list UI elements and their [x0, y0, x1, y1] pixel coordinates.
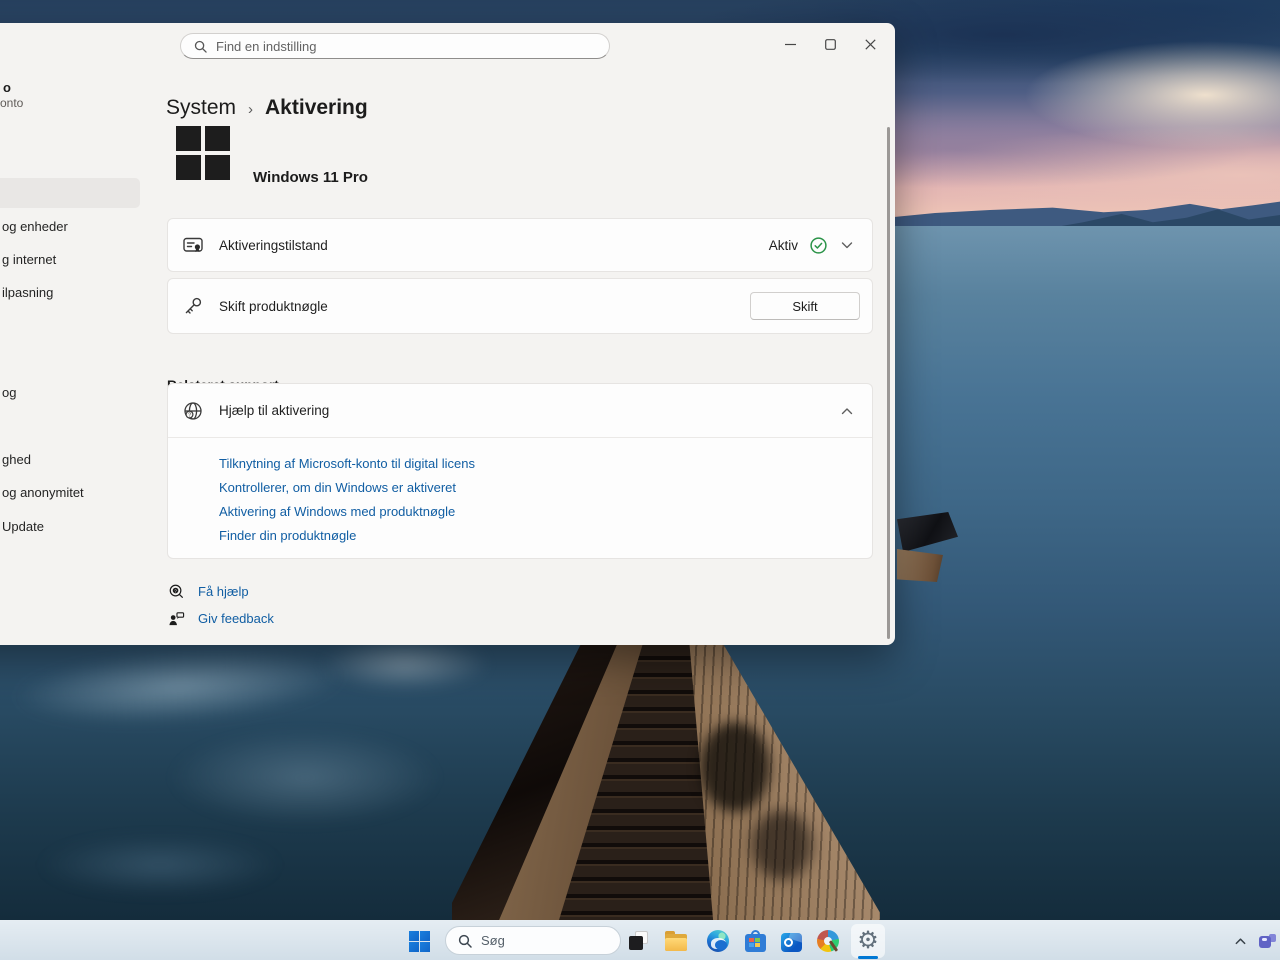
sidebar-item-bluetooth-devices[interactable]: og enheder	[2, 219, 68, 234]
settings-search-input[interactable]: Find en indstilling	[180, 33, 610, 59]
globe-help-icon: ?	[183, 401, 203, 421]
desktop: o onto og enheder g internet ilpasning o…	[0, 0, 1280, 960]
settings-gear-icon: ⚙	[857, 929, 879, 953]
feedback-icon	[168, 610, 185, 627]
settings-button-active[interactable]: ⚙	[851, 924, 885, 958]
get-help-icon: ?	[168, 583, 185, 600]
product-key-label: Skift produktnøgle	[219, 299, 750, 314]
activation-help-label: Hjælp til aktivering	[219, 403, 840, 418]
give-feedback-link[interactable]: Giv feedback	[168, 610, 274, 627]
wallpaper-pier	[452, 645, 880, 920]
link-ms-account-digital-license[interactable]: Tilknytning af Microsoft-konto til digit…	[219, 452, 872, 476]
maximize-button[interactable]	[810, 25, 850, 63]
breadcrumb: System › Aktivering	[166, 96, 368, 120]
chevron-down-icon[interactable]	[840, 238, 854, 252]
activation-status: Aktiv	[769, 238, 798, 253]
water-reflection	[40, 835, 280, 895]
minimize-button[interactable]	[770, 25, 810, 63]
sidebar-item-privacy[interactable]: og anonymitet	[2, 485, 84, 500]
link-check-windows-activated[interactable]: Kontrollerer, om din Windows er aktivere…	[219, 476, 872, 500]
taskbar-search-label: Søg	[481, 933, 505, 948]
edition-title: Windows 11 Pro	[253, 169, 368, 186]
edge-icon	[707, 930, 729, 952]
sidebar-item-network-internet[interactable]: g internet	[2, 252, 56, 267]
svg-text:?: ?	[188, 412, 191, 418]
file-explorer-icon	[665, 934, 687, 951]
teams-tray-button[interactable]	[1255, 921, 1279, 960]
teams-icon	[1259, 934, 1276, 949]
sidebar-item-time-language[interactable]: og	[2, 385, 16, 400]
taskbar-search-input[interactable]: Søg	[445, 926, 621, 955]
tray-expand-chevron[interactable]	[1230, 921, 1250, 960]
microsoft-store-icon	[745, 934, 766, 952]
paint-icon	[817, 930, 839, 952]
start-icon	[409, 931, 430, 952]
status-active-check-icon	[810, 237, 827, 254]
certificate-icon	[183, 235, 203, 255]
activation-help-expander[interactable]: ? Hjælp til aktivering	[168, 384, 872, 437]
water-reflection	[170, 730, 440, 825]
outlook-icon	[781, 933, 802, 952]
breadcrumb-chevron: ›	[248, 99, 253, 118]
search-placeholder: Find en indstilling	[216, 39, 316, 54]
activation-help-card: ? Hjælp til aktivering Tilknytning af Mi…	[167, 383, 873, 559]
task-view-button[interactable]	[627, 921, 651, 960]
get-help-link[interactable]: ? Få hjælp	[168, 583, 249, 600]
product-key-card: Skift produktnøgle Skift	[167, 278, 873, 334]
search-icon	[194, 40, 207, 53]
file-explorer-button[interactable]	[663, 921, 689, 960]
sidebar-item-system-selected[interactable]	[0, 178, 140, 208]
sidebar-item-accessibility[interactable]: ghed	[2, 452, 31, 467]
account-type: onto	[0, 96, 23, 110]
breadcrumb-system[interactable]: System	[166, 96, 236, 120]
task-view-icon	[629, 931, 649, 951]
page-title: Aktivering	[265, 96, 368, 120]
settings-sidebar: o onto og enheder g internet ilpasning o…	[0, 23, 140, 645]
link-activate-with-product-key[interactable]: Aktivering af Windows med produktnøgle	[219, 500, 872, 524]
edge-button[interactable]	[706, 921, 730, 960]
link-find-product-key[interactable]: Finder din produktnøgle	[219, 524, 872, 548]
change-product-key-button[interactable]: Skift	[750, 292, 860, 320]
windows-logo-icon	[176, 126, 230, 180]
settings-active-indicator	[858, 956, 878, 959]
chevron-up-icon	[1234, 935, 1247, 948]
close-button[interactable]	[850, 25, 890, 63]
paint-button[interactable]	[816, 921, 840, 960]
taskbar: Søg ⚙	[0, 920, 1280, 960]
microsoft-store-button[interactable]	[743, 921, 767, 960]
start-button[interactable]	[405, 921, 433, 960]
activation-state-card[interactable]: Aktiveringstilstand Aktiv	[167, 218, 873, 272]
sidebar-item-personalization[interactable]: ilpasning	[2, 285, 53, 300]
key-icon	[183, 296, 203, 316]
activation-state-label: Aktiveringstilstand	[219, 238, 769, 253]
user-name: o	[3, 80, 11, 95]
sidebar-item-windows-update[interactable]: Update	[2, 519, 44, 534]
settings-window: o onto og enheder g internet ilpasning o…	[0, 23, 895, 645]
outlook-button[interactable]	[779, 921, 803, 960]
chevron-up-icon[interactable]	[840, 404, 854, 418]
search-icon	[458, 934, 472, 948]
scrollbar[interactable]	[887, 127, 890, 639]
